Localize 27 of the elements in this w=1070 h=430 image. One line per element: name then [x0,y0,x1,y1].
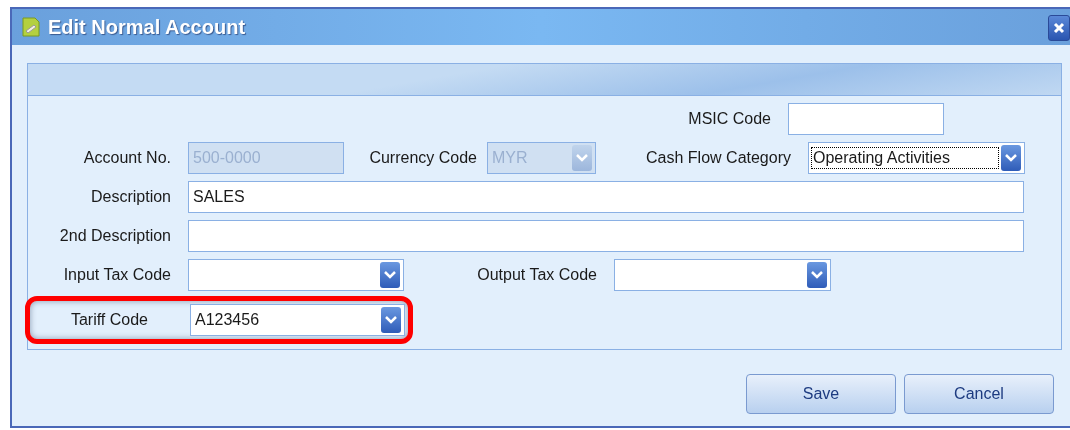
field-label: MSIC Code [687,110,772,128]
combo-box[interactable] [614,259,831,291]
input-field[interactable]: SALES [188,181,1024,213]
chevron-down-icon [807,262,827,288]
combo-box[interactable]: A123456 [190,304,405,336]
combo-box[interactable]: Operating Activities [808,142,1025,174]
input-field[interactable] [188,220,1024,252]
chevron-down-icon [381,307,401,333]
field-label: Description [89,188,172,206]
close-icon [1053,22,1065,34]
chevron-down-icon [380,262,400,288]
chevron-down-icon [572,145,592,171]
field-label: Output Tax Code [476,266,598,284]
dialog-button[interactable]: Save [746,374,896,414]
close-button[interactable] [1048,15,1070,41]
field-label: Currency Code [368,149,478,167]
dialog-button[interactable]: Cancel [904,374,1054,414]
combo-box[interactable] [188,259,404,291]
chevron-down-icon [1001,145,1021,171]
field-label: Tariff Code [69,311,149,329]
document-icon [22,17,40,37]
field-label: Account No. [82,149,172,167]
window-title: Edit Normal Account [48,15,246,39]
field-label: Input Tax Code [62,266,172,284]
field-label: 2nd Description [58,227,172,245]
input-field[interactable] [788,103,944,135]
field-label: Cash Flow Category [645,149,792,167]
